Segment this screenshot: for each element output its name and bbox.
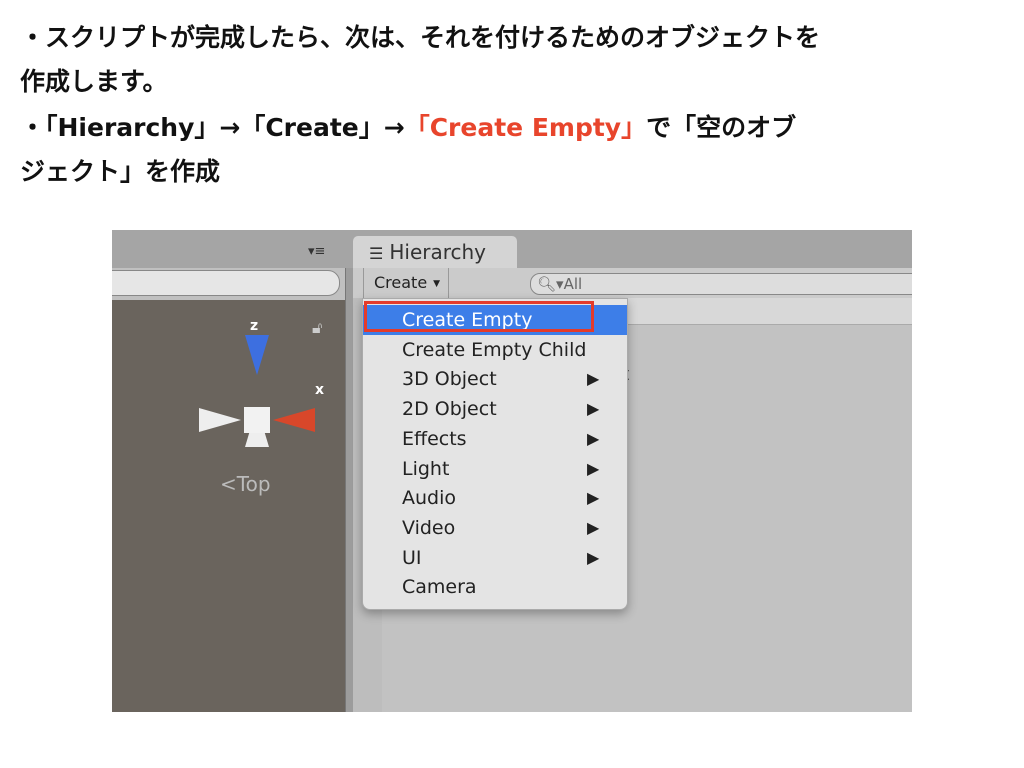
slide-line-4: ジェクト」を作成 bbox=[20, 157, 221, 186]
menu-item[interactable]: 3D Object ▶ bbox=[363, 364, 627, 394]
tab-label: Hierarchy bbox=[389, 240, 487, 264]
menu-item[interactable]: Camera bbox=[363, 572, 627, 602]
chevron-down-icon: ▼ bbox=[433, 278, 441, 289]
slide-line-2: 作成します。 bbox=[20, 67, 168, 96]
menu-item[interactable]: Effects ▶ bbox=[363, 424, 627, 454]
scene-search-input[interactable] bbox=[112, 270, 340, 296]
create-label: Create bbox=[374, 273, 428, 292]
menu-item-label: Camera bbox=[402, 576, 477, 599]
menu-item[interactable]: Audio ▶ bbox=[363, 483, 627, 513]
submenu-arrow-icon: ▶ bbox=[587, 428, 600, 448]
gizmo-center bbox=[244, 407, 270, 433]
submenu-arrow-icon: ▶ bbox=[587, 547, 600, 567]
menu-item[interactable]: Video ▶ bbox=[363, 513, 627, 543]
menu-item-label: UI bbox=[402, 546, 422, 569]
create-button[interactable]: Create ▼ bbox=[363, 268, 449, 298]
submenu-arrow-icon: ▶ bbox=[587, 458, 600, 478]
axis-z-label: z bbox=[250, 318, 259, 334]
menu-item-label: Light bbox=[402, 457, 450, 480]
create-menu: Create Empty Create Empty Child 3D Object ▶… bbox=[362, 298, 628, 610]
menu-item[interactable]: UI ▶ bbox=[363, 543, 627, 573]
search-icon: 🔍︎▾ bbox=[537, 275, 564, 293]
text: ・「Hierarchy」→「Create」→ bbox=[20, 113, 405, 142]
submenu-arrow-icon: ▶ bbox=[587, 369, 600, 389]
slide-line-1: ・スクリプトが完成したら、次は、それを付けるためのオブジェクトを bbox=[20, 23, 821, 52]
submenu-arrow-icon: ▶ bbox=[587, 488, 600, 508]
highlight-text: 「Create Empty」 bbox=[404, 113, 647, 142]
menu-item[interactable]: 2D Object ▶ bbox=[363, 394, 627, 424]
menu-item-label: Video bbox=[402, 516, 456, 539]
tab-hierarchy[interactable]: ☰ Hierarchy bbox=[353, 236, 517, 268]
view-label[interactable]: <Top bbox=[220, 472, 271, 496]
menu-item-label: Create Empty Child bbox=[402, 338, 587, 361]
menu-item[interactable]: Light ▶ bbox=[363, 454, 627, 484]
x-cone bbox=[273, 408, 315, 432]
menu-item[interactable]: Create Empty Child bbox=[363, 335, 627, 365]
highlight-box bbox=[364, 301, 594, 332]
left-cone bbox=[199, 408, 241, 432]
slide-line-3: ・「Hierarchy」→「Create」→「Create Empty」で「空の… bbox=[20, 108, 796, 144]
hierarchy-search-input[interactable]: 🔍︎▾All bbox=[530, 273, 912, 295]
menu-item-label: 2D Object bbox=[402, 398, 497, 421]
list-icon: ☰ bbox=[369, 244, 384, 263]
z-cone bbox=[245, 335, 269, 375]
hierarchy-toolbar: Create ▼ 🔍︎▾All bbox=[353, 268, 912, 299]
scene-gizmo[interactable] bbox=[197, 335, 317, 455]
menu-item-label: Audio bbox=[402, 487, 457, 510]
menu-item-label: Effects bbox=[402, 427, 467, 450]
menu-item-label: 3D Object bbox=[402, 368, 497, 391]
search-placeholder: All bbox=[563, 275, 583, 293]
lock-icon[interactable]: 🔓︎ bbox=[312, 318, 322, 338]
text: で「空のオブ bbox=[646, 113, 797, 142]
view-label-text: Top bbox=[236, 472, 271, 496]
scene-view[interactable]: z x 🔓︎ <Top bbox=[112, 300, 345, 712]
submenu-arrow-icon: ▶ bbox=[587, 517, 600, 537]
dropdown-list-icon[interactable]: ▾≡ bbox=[308, 244, 325, 259]
submenu-arrow-icon: ▶ bbox=[587, 399, 600, 419]
unity-screenshot: ▾≡ z x 🔓︎ <Top ☰ Hierarchy Create ▼ 🔍︎▾All… bbox=[112, 230, 912, 712]
